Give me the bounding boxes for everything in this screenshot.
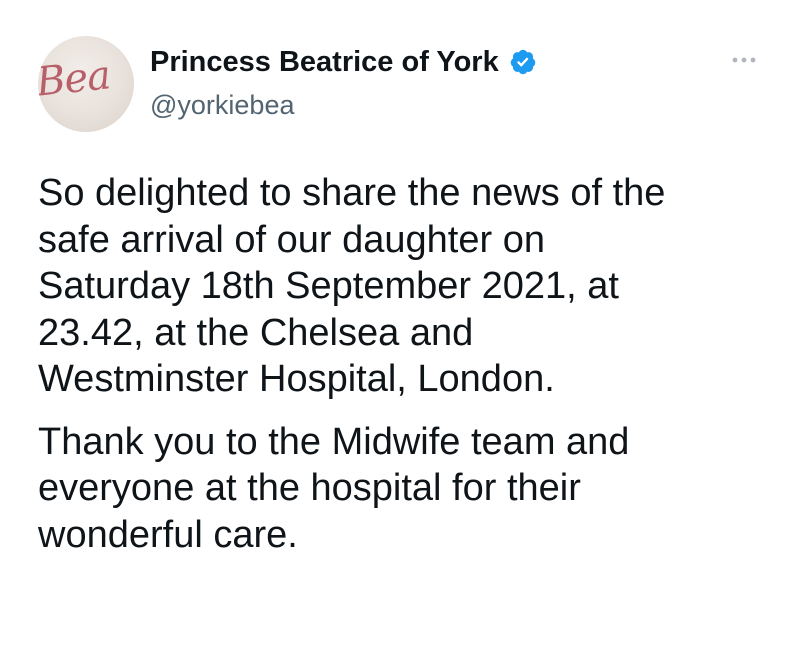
author-handle[interactable]: @yorkiebea	[150, 88, 294, 122]
author-display-name[interactable]: Princess Beatrice of York	[150, 44, 499, 80]
tweet-line: wonderful care.	[38, 513, 298, 556]
more-options-icon[interactable]	[724, 48, 764, 72]
tweet-line: 23.42, at the Chelsea and	[38, 311, 474, 354]
tweet-line: Westminster Hospital, London.	[38, 358, 555, 400]
avatar[interactable]: Bea	[38, 36, 134, 132]
verified-badge-icon	[509, 48, 537, 76]
tweet-paragraph-2: Thank you to the Midwife team and everyo…	[38, 419, 768, 559]
tweet-line: So delighted to share the news of the	[38, 172, 666, 214]
tweet-line: safe arrival of our daughter on	[38, 218, 545, 261]
author-name-row: Princess Beatrice of York	[150, 44, 537, 80]
tweet-line: Saturday 18th September 2021, at	[38, 265, 619, 307]
tweet-line: Thank you to the Midwife team and	[38, 420, 630, 463]
tweet-paragraph-1: So delighted to share the news of the sa…	[38, 170, 768, 403]
tweet-card: Bea Princess Beatrice of York @yorkiebea…	[0, 0, 796, 648]
avatar-lettering: Bea	[38, 52, 113, 106]
tweet-line: everyone at the hospital for their	[38, 467, 581, 509]
tweet-text: So delighted to share the news of the sa…	[38, 170, 768, 558]
